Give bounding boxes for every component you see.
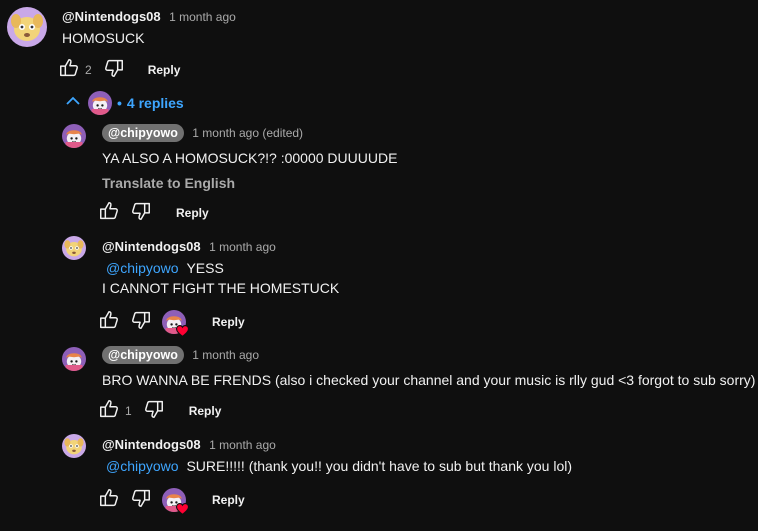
replies-count[interactable]: 4 replies <box>127 95 184 111</box>
avatar[interactable] <box>7 7 47 47</box>
comment-actions: 2 Reply <box>58 58 180 82</box>
reply-button[interactable]: Reply <box>176 206 209 220</box>
reply-button[interactable]: Reply <box>212 315 245 329</box>
thumbs-down-icon[interactable] <box>143 398 165 425</box>
reply-author[interactable]: @chipyowo <box>102 124 184 142</box>
heart-icon <box>176 325 189 337</box>
thumbs-down-icon[interactable] <box>130 200 152 227</box>
reply-header: @chipyowo 1 month ago (edited) <box>102 124 303 142</box>
reply-text: YESS <box>186 260 224 276</box>
reply-button[interactable]: Reply <box>212 493 245 507</box>
reply-author[interactable]: @Nintendogs08 <box>102 437 201 452</box>
thumbs-down-icon[interactable] <box>130 309 152 336</box>
reply-text-line: @chipyowo SURE!!!!! (thank you!! you did… <box>106 456 572 476</box>
reply-header: @Nintendogs08 1 month ago <box>102 238 276 256</box>
thumbs-up-icon[interactable] <box>98 398 120 425</box>
reply-timestamp[interactable]: 1 month ago (edited) <box>192 126 303 140</box>
thumbs-up-icon[interactable] <box>98 487 120 514</box>
creator-heart-badge <box>162 310 189 337</box>
avatar[interactable] <box>62 236 86 260</box>
reply-author[interactable]: @chipyowo <box>102 346 184 364</box>
reply-timestamp[interactable]: 1 month ago <box>209 438 276 452</box>
mention-link[interactable]: @chipyowo <box>106 458 179 474</box>
comment-author[interactable]: @Nintendogs08 <box>62 9 161 24</box>
creator-avatar <box>88 91 112 115</box>
reply-text-line2: I CANNOT FIGHT THE HOMESTUCK <box>102 280 340 296</box>
thumbs-up-icon[interactable] <box>98 200 120 227</box>
reply-timestamp[interactable]: 1 month ago <box>209 240 276 254</box>
reply-actions: Reply <box>98 201 209 225</box>
reply-button[interactable]: Reply <box>148 63 181 77</box>
thumbs-down-icon[interactable] <box>103 57 125 84</box>
reply-text: YA ALSO A HOMOSUCK?!? :00000 DUUUUDE <box>102 150 398 166</box>
reply-timestamp[interactable]: 1 month ago <box>192 348 259 362</box>
reply-text: BRO WANNA BE FRENDS (also i checked your… <box>102 372 756 388</box>
thumbs-down-icon[interactable] <box>130 487 152 514</box>
comment-header: @Nintendogs08 1 month ago <box>62 8 236 26</box>
translate-link[interactable]: Translate to English <box>102 175 235 191</box>
comment-timestamp[interactable]: 1 month ago <box>169 10 236 24</box>
thumbs-up-icon[interactable] <box>98 309 120 336</box>
reply-button[interactable]: Reply <box>189 404 222 418</box>
reply-text: SURE!!!!! (thank you!! you didn't have t… <box>186 458 573 474</box>
avatar[interactable] <box>62 347 86 371</box>
reply-author[interactable]: @Nintendogs08 <box>102 239 201 254</box>
reply-actions: Reply <box>98 309 245 337</box>
reply-header: @chipyowo 1 month ago <box>102 346 259 364</box>
comment-text: HOMOSUCK <box>62 30 145 46</box>
heart-icon <box>176 503 189 515</box>
reply-header: @Nintendogs08 1 month ago <box>102 436 276 454</box>
avatar[interactable] <box>62 124 86 148</box>
creator-heart-badge <box>162 488 189 515</box>
thumbs-up-icon[interactable] <box>58 57 80 84</box>
avatar[interactable] <box>62 434 86 458</box>
like-count: 2 <box>85 63 92 77</box>
replies-dot: • <box>117 95 122 111</box>
mention-link[interactable]: @chipyowo <box>106 260 179 276</box>
reply-actions: Reply <box>98 487 245 515</box>
reply-text-line1: @chipyowo YESS <box>106 258 224 278</box>
replies-toggle[interactable]: • 4 replies <box>64 90 184 116</box>
reply-actions: 1 Reply <box>98 399 221 423</box>
like-count: 1 <box>125 404 132 418</box>
chevron-up-icon[interactable] <box>64 92 82 115</box>
